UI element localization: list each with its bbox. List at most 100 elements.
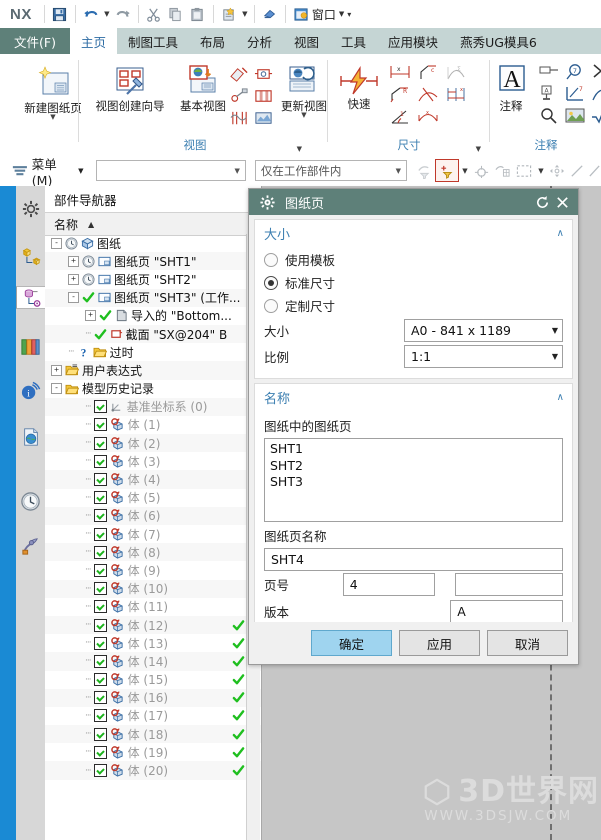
centerline-icon[interactable] bbox=[589, 83, 601, 104]
suppress-checkbox[interactable] bbox=[93, 727, 107, 741]
chevron-up-icon[interactable]: ∧ bbox=[557, 228, 564, 239]
tab-analysis[interactable]: 分析 bbox=[236, 28, 283, 54]
ordinate-dimension-icon[interactable] bbox=[415, 84, 441, 105]
tab-home[interactable]: 主页 bbox=[69, 28, 117, 54]
radio-use-template[interactable]: 使用模板 bbox=[264, 248, 563, 271]
radio-custom-size[interactable]: 定制尺寸 bbox=[264, 294, 563, 317]
image-icon[interactable] bbox=[563, 105, 587, 126]
chevron-up-icon[interactable]: ∧ bbox=[557, 392, 564, 403]
expand-icon[interactable]: + bbox=[51, 364, 62, 376]
radio-button[interactable] bbox=[264, 252, 278, 267]
view-dependent-edit-icon[interactable] bbox=[252, 108, 274, 128]
collapse-icon[interactable]: - bbox=[68, 292, 79, 304]
list-item[interactable]: SHT3 bbox=[270, 474, 557, 491]
reuse-library-rail-icon[interactable] bbox=[16, 330, 45, 364]
tab-view[interactable]: 视图 bbox=[283, 28, 330, 54]
suppress-checkbox[interactable] bbox=[93, 563, 107, 577]
suppress-checkbox[interactable] bbox=[93, 618, 107, 632]
close-icon[interactable] bbox=[552, 192, 572, 212]
broken-section-icon[interactable] bbox=[228, 108, 250, 128]
suppress-checkbox[interactable] bbox=[93, 691, 107, 705]
navigator-column-header[interactable]: 名称 ▲ bbox=[45, 212, 261, 236]
suppress-checkbox[interactable] bbox=[93, 418, 107, 432]
radio-standard-size[interactable]: 标准尺寸 bbox=[264, 271, 563, 294]
list-item[interactable]: SHT1 bbox=[270, 441, 557, 458]
snap-filter-dropdown-icon[interactable]: ▼ bbox=[460, 160, 470, 182]
arc-length-dimension-icon[interactable]: Σ bbox=[443, 62, 469, 83]
projected-view-icon[interactable] bbox=[228, 64, 250, 84]
line-tool-2-icon[interactable] bbox=[587, 161, 601, 181]
size-section-header[interactable]: 大小 ∧ bbox=[255, 220, 572, 246]
cancel-button[interactable]: 取消 bbox=[487, 630, 568, 656]
feature-control-frame-icon[interactable] bbox=[537, 61, 561, 82]
save-icon[interactable] bbox=[49, 3, 71, 25]
suppress-checkbox[interactable] bbox=[93, 454, 107, 468]
radio-button[interactable] bbox=[264, 275, 278, 290]
suppress-checkbox[interactable] bbox=[93, 509, 107, 523]
expand-icon[interactable]: + bbox=[68, 273, 79, 285]
tab-drafting-tools[interactable]: 制图工具 bbox=[117, 28, 189, 54]
tab-layout[interactable]: 布局 bbox=[189, 28, 236, 54]
update-view-button[interactable]: 更新视图 ▼ bbox=[276, 64, 332, 119]
chamfer-dimension-icon[interactable]: c bbox=[415, 62, 441, 83]
sheet-name-input[interactable]: SHT4 bbox=[264, 548, 563, 571]
snap-to-grid-icon[interactable] bbox=[492, 161, 512, 181]
name-section-header[interactable]: 名称 ∧ bbox=[255, 384, 572, 410]
copy-icon[interactable] bbox=[165, 3, 187, 25]
suppress-checkbox[interactable] bbox=[93, 582, 107, 596]
tree-row[interactable]: - 图纸页 "SHT3" (工作... bbox=[45, 288, 261, 307]
zoom-out-icon[interactable] bbox=[537, 105, 561, 126]
chain-dimension-icon[interactable]: x bbox=[415, 106, 441, 127]
move-object-icon[interactable] bbox=[547, 161, 567, 181]
tab-tools[interactable]: 工具 bbox=[330, 28, 377, 54]
quick-dimension-button[interactable]: 快速 bbox=[335, 66, 383, 110]
base-view-button[interactable]: 基本视图 bbox=[172, 64, 234, 112]
view-wizard-button[interactable]: 视图创建向导 bbox=[90, 64, 170, 112]
new-sheet-button[interactable]: 新建图纸页 ▼ bbox=[22, 66, 84, 121]
eraser-icon[interactable] bbox=[259, 3, 281, 25]
angular-dimension-icon[interactable]: 1 bbox=[387, 106, 413, 127]
general-selection-filter-icon[interactable] bbox=[414, 161, 434, 181]
revision-input[interactable]: A bbox=[450, 600, 564, 623]
suppress-checkbox[interactable] bbox=[93, 545, 107, 559]
undo-icon[interactable] bbox=[80, 3, 102, 25]
expand-icon[interactable]: + bbox=[68, 255, 79, 267]
suppress-checkbox[interactable] bbox=[93, 764, 107, 778]
page-number-input[interactable]: 4 bbox=[342, 573, 436, 596]
sort-ascending-icon[interactable]: ▲ bbox=[88, 220, 94, 229]
suppress-checkbox[interactable] bbox=[93, 600, 107, 614]
linear-dimension-icon[interactable]: x bbox=[387, 62, 413, 83]
web-browser-rail-icon[interactable] bbox=[16, 420, 45, 454]
annotation-button[interactable]: A 注释 bbox=[487, 64, 535, 112]
sheets-list[interactable]: SHT1 SHT2 SHT3 bbox=[264, 438, 563, 522]
paste-special-icon[interactable] bbox=[218, 3, 240, 25]
datum-target-icon[interactable]: 7 bbox=[563, 83, 587, 104]
snap-point-filter-icon[interactable] bbox=[435, 159, 459, 182]
delete-annotation-icon[interactable] bbox=[589, 61, 601, 82]
suppress-checkbox[interactable] bbox=[93, 673, 107, 687]
collapse-icon[interactable]: - bbox=[51, 237, 62, 249]
redo-icon[interactable] bbox=[112, 3, 134, 25]
radio-button[interactable] bbox=[264, 298, 278, 313]
reset-icon[interactable] bbox=[532, 192, 552, 212]
suppress-checkbox[interactable] bbox=[93, 636, 107, 650]
sqrt-symbol-icon[interactable] bbox=[589, 105, 601, 126]
suppress-checkbox[interactable] bbox=[93, 400, 107, 414]
size-select[interactable]: A0 - 841 x 1189 ▼ bbox=[404, 318, 563, 342]
cut-icon[interactable] bbox=[143, 3, 165, 25]
line-tool-icon[interactable] bbox=[568, 161, 586, 181]
apply-button[interactable]: 应用 bbox=[399, 630, 480, 656]
ok-button[interactable]: 确定 bbox=[311, 630, 392, 656]
suppress-checkbox[interactable] bbox=[93, 436, 107, 450]
suppress-checkbox[interactable] bbox=[93, 473, 107, 487]
page-number-extra-input[interactable] bbox=[455, 573, 564, 596]
section-view-icon[interactable] bbox=[252, 86, 274, 106]
update-view-dropdown-icon[interactable]: ▼ bbox=[301, 112, 306, 119]
paste-special-dropdown-icon[interactable]: ▼ bbox=[240, 3, 250, 25]
tab-file[interactable]: 文件(F) bbox=[0, 28, 70, 54]
suppress-checkbox[interactable] bbox=[93, 709, 107, 723]
tab-applications[interactable]: 应用模块 bbox=[377, 28, 449, 54]
menu-button[interactable]: 菜单(M) ▼ bbox=[0, 154, 92, 188]
hd3d-rail-icon[interactable]: i bbox=[16, 374, 45, 408]
settings-rail-icon[interactable] bbox=[16, 192, 45, 226]
